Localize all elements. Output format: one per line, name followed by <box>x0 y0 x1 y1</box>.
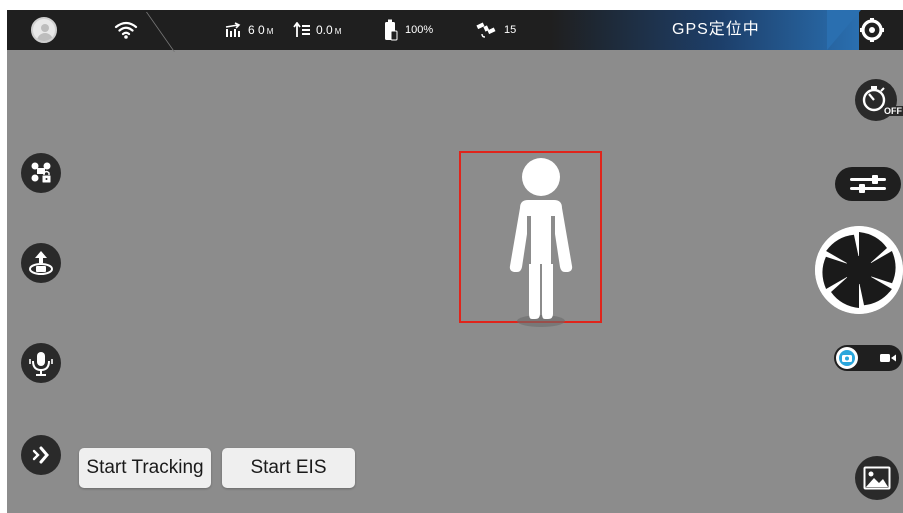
battery-icon <box>385 19 398 41</box>
expand-panel-button[interactable] <box>21 435 61 475</box>
video-icon <box>880 354 896 362</box>
voice-control-icon <box>29 352 53 376</box>
voice-control-button[interactable] <box>21 343 61 383</box>
takeoff-landing-icon <box>29 251 53 275</box>
status-bar: 6 0 M 0.0 M 100% 15 GPS定位中 <box>7 10 903 52</box>
altitude-readout: 0.0 M <box>293 10 341 50</box>
satellite-readout: 15 <box>476 10 516 50</box>
aperture-shutter-icon <box>815 226 903 314</box>
drone-lock-icon <box>31 162 52 184</box>
battery-value: 100% <box>405 24 434 36</box>
battery-readout: 100% <box>384 10 433 50</box>
status-divider <box>145 12 176 52</box>
sliders-icon <box>850 175 886 193</box>
gps-status-text: GPS定位中 <box>672 21 760 38</box>
wifi-signal-icon <box>114 10 138 50</box>
avatar[interactable] <box>31 17 57 43</box>
takeoff-landing-button[interactable] <box>21 243 61 283</box>
start-tracking-button[interactable]: Start Tracking <box>79 448 211 488</box>
start-eis-button[interactable]: Start EIS <box>222 448 355 488</box>
altitude-icon <box>293 22 310 37</box>
distance-readout: 6 0 M <box>225 10 273 50</box>
distance-value: 6 0 <box>248 23 265 37</box>
timer-state: OFF <box>883 106 903 116</box>
settings-gear-icon[interactable] <box>859 17 885 43</box>
drone-lock-button[interactable] <box>21 153 61 193</box>
satellite-count: 15 <box>504 24 517 36</box>
adjust-settings-button[interactable] <box>835 167 901 201</box>
expand-chevron-icon <box>32 446 49 464</box>
distance-unit: M <box>266 26 274 36</box>
camera-icon <box>839 350 855 366</box>
horizontal-distance-icon <box>225 22 241 37</box>
person-figure <box>489 156 585 328</box>
timer-button[interactable]: OFF <box>855 79 903 121</box>
satellite-icon <box>476 22 496 38</box>
gallery-button[interactable] <box>855 456 899 500</box>
camera-view: 6 0 M 0.0 M 100% 15 GPS定位中 OFF Start Tra… <box>7 10 903 513</box>
photo-video-toggle[interactable] <box>834 345 902 371</box>
altitude-unit: M <box>334 26 342 36</box>
camera-mode-knob <box>836 347 858 369</box>
gallery-image-icon <box>863 466 891 490</box>
shutter-button[interactable] <box>815 226 903 314</box>
altitude-value: 0.0 <box>316 23 333 37</box>
